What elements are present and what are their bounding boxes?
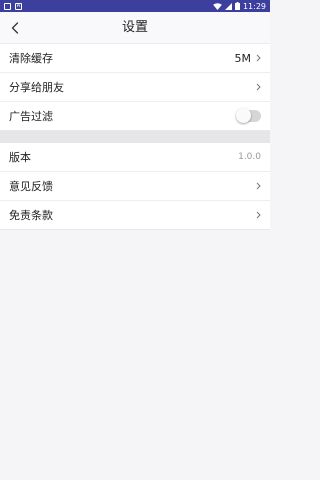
- cache-size-value: 5M: [234, 51, 252, 65]
- settings-group-general: 清除缓存 5M 分享给朋友 广告过滤: [0, 44, 270, 131]
- version-value: 1.0.0: [238, 152, 261, 162]
- back-button[interactable]: [6, 19, 24, 37]
- status-bar: A 11:29: [0, 0, 270, 12]
- page-title: 设置: [121, 19, 148, 35]
- share-label: 分享给朋友: [9, 81, 64, 94]
- wifi-icon: [213, 2, 222, 10]
- status-left: A: [4, 2, 22, 10]
- toggle-knob: [236, 108, 251, 123]
- signal-icon: [224, 2, 232, 10]
- feedback-row[interactable]: 意见反馈: [0, 172, 270, 201]
- chevron-right-icon: [256, 211, 261, 219]
- accessibility-icon: A: [15, 2, 22, 10]
- feedback-right: [256, 182, 261, 190]
- version-label: 版本: [9, 151, 31, 164]
- chevron-right-icon: [256, 54, 261, 62]
- clear-cache-row[interactable]: 清除缓存 5M: [0, 44, 270, 73]
- battery-icon: [234, 2, 240, 10]
- notification-box-icon: [4, 2, 11, 10]
- version-right: 1.0.0: [238, 152, 261, 162]
- settings-group-about: 版本 1.0.0 意见反馈 免责条款: [0, 143, 270, 230]
- clear-cache-label: 清除缓存: [9, 52, 53, 65]
- version-row: 版本 1.0.0: [0, 143, 270, 172]
- clear-cache-right: 5M: [235, 52, 262, 65]
- navigation-bar: 设置: [0, 12, 270, 44]
- chevron-right-icon: [256, 83, 261, 91]
- status-right: 11:29: [213, 2, 266, 11]
- ad-filter-toggle[interactable]: [236, 108, 261, 123]
- section-divider: [0, 131, 270, 143]
- disclaimer-right: [256, 211, 261, 219]
- disclaimer-row[interactable]: 免责条款: [0, 201, 270, 230]
- status-time: 11:29: [242, 1, 266, 11]
- ad-filter-right: [236, 108, 261, 123]
- ad-filter-label: 广告过滤: [9, 110, 53, 123]
- share-row[interactable]: 分享给朋友: [0, 73, 270, 102]
- share-right: [256, 83, 261, 91]
- chevron-right-icon: [256, 182, 261, 190]
- ad-filter-row: 广告过滤: [0, 102, 270, 131]
- disclaimer-label: 免责条款: [9, 209, 53, 222]
- chevron-left-icon: [11, 22, 19, 34]
- feedback-label: 意见反馈: [9, 180, 53, 193]
